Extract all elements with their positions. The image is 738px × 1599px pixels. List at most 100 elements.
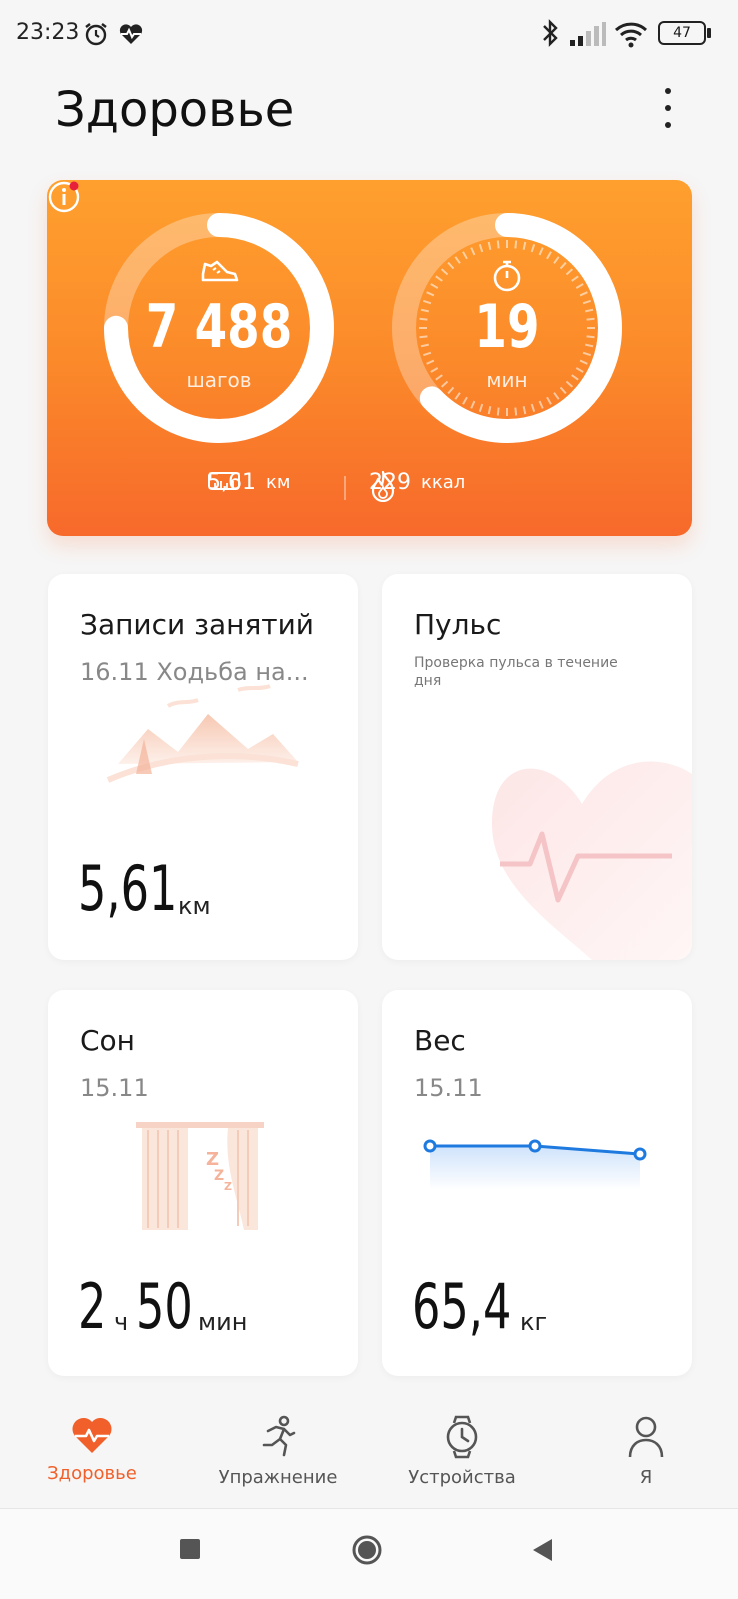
active-time-unit: мин: [486, 368, 528, 392]
weight-card[interactable]: Вес 15.11 65,4 кг: [382, 990, 692, 1376]
sleep-minutes-unit: мин: [198, 1308, 248, 1336]
ring-tick: [530, 243, 536, 253]
pulse-card[interactable]: Пульс Проверка пульса в течение дня: [382, 574, 692, 960]
ring-tick: [559, 261, 567, 270]
weight-title: Вес: [414, 1024, 466, 1057]
ring-tick: [462, 251, 468, 260]
home-circle-icon[interactable]: [351, 1534, 383, 1566]
square-icon[interactable]: [178, 1537, 202, 1561]
pulse-subtitle: Проверка пульса в течение дня: [414, 655, 618, 689]
ring-tick: [514, 240, 518, 249]
sleep-card[interactable]: Z Z Z Сон 15.11 2 ч 50 мин: [48, 990, 358, 1376]
ring-tick: [478, 403, 484, 413]
ring-tick: [585, 343, 594, 348]
nav-label-me: Я: [639, 1467, 653, 1488]
sleep-date: 15.11: [80, 1074, 149, 1102]
ring-tick: [496, 240, 500, 249]
running-icon: [262, 1415, 296, 1457]
ring-tick: [440, 268, 449, 276]
weight-value: 65,4: [412, 1270, 512, 1343]
ring-tick: [522, 241, 527, 250]
workouts-distance-unit: км: [178, 892, 211, 920]
weight-point: [423, 1139, 437, 1153]
signal-icon: [570, 22, 606, 46]
nav-label-health: Здоровье: [47, 1463, 137, 1484]
status-bar: 23:23 47: [0, 0, 738, 70]
svg-text:Z: Z: [214, 1168, 224, 1184]
weight-date: 15.11: [414, 1074, 483, 1102]
flame-icon: [371, 470, 395, 502]
ring-tick: [514, 407, 518, 416]
battery-icon: 47: [658, 21, 706, 45]
heart-icon: [72, 1417, 112, 1453]
ring-tick: [470, 247, 476, 256]
page-title: Здоровье: [55, 82, 295, 138]
nav-label-exercise: Упражнение: [218, 1467, 338, 1488]
ring-tick: [447, 261, 455, 270]
sneaker-icon: [201, 260, 239, 282]
weight-point: [633, 1147, 647, 1161]
heart-pulse-icon: [119, 24, 143, 44]
nav-item-devices[interactable]: Устройства: [392, 1395, 532, 1488]
ring-tick: [553, 256, 560, 264]
ring-tick: [522, 406, 527, 415]
bluetooth-icon: [543, 19, 558, 47]
sleep-hours-value: 2: [78, 1270, 107, 1343]
nav-label-devices: Устройства: [408, 1467, 516, 1488]
ring-tick: [420, 343, 429, 348]
more-options-button[interactable]: [648, 84, 688, 132]
ring-tick: [586, 335, 595, 339]
calories-stat: 229 ккал: [369, 470, 465, 502]
weight-point: [528, 1139, 542, 1153]
workouts-subtitle: 16.11 Ходьба на...: [80, 658, 309, 686]
steps-unit: шагов: [186, 368, 252, 392]
ring-tick: [538, 400, 544, 409]
ring-tick: [419, 317, 428, 321]
weight-unit: кг: [520, 1308, 548, 1336]
more-vertical-icon: [665, 88, 671, 94]
battery-level: 47: [673, 25, 691, 41]
activity-summary-card[interactable]: 7 488 шагов 19 мин 5,61 км 229 ккал: [47, 180, 692, 536]
svg-text:Z: Z: [224, 1180, 232, 1193]
ring-tick: [478, 243, 484, 253]
status-time: 23:23: [16, 20, 80, 45]
ring-tick: [586, 317, 595, 321]
info-icon[interactable]: [47, 180, 81, 214]
ring-tick: [462, 396, 468, 405]
ring-tick: [575, 283, 584, 289]
person-icon: [628, 1416, 664, 1458]
ring-tick: [487, 406, 492, 415]
pulse-title: Пульс: [414, 608, 502, 641]
ring-tick: [487, 241, 492, 250]
watch-icon: [446, 1415, 478, 1459]
nav-item-health[interactable]: Здоровье: [22, 1395, 162, 1484]
workouts-card[interactable]: Записи занятий 16.11 Ходьба на... 5,61 к…: [48, 574, 358, 960]
nav-item-me[interactable]: Я: [576, 1395, 716, 1488]
system-navigation-bar: [0, 1509, 738, 1599]
ring-tick: [565, 268, 574, 276]
nav-item-exercise[interactable]: Упражнение: [208, 1395, 348, 1488]
sleep-title: Сон: [80, 1024, 135, 1057]
ring-tick: [454, 392, 461, 400]
ruler-icon: [208, 472, 240, 490]
sleep-hours-unit: ч: [114, 1308, 129, 1336]
ring-tick: [546, 251, 552, 260]
ring-tick: [435, 275, 443, 282]
ring-tick: [530, 403, 536, 413]
svg-text:Z: Z: [206, 1149, 219, 1170]
ring-tick: [571, 275, 579, 282]
workouts-title: Записи занятий: [80, 608, 315, 641]
back-triangle-icon[interactable]: [530, 1537, 554, 1563]
ring-tick: [420, 308, 429, 313]
active-time-value: 19: [474, 292, 540, 362]
ring-tick: [585, 308, 594, 313]
ring-tick: [546, 396, 552, 405]
stopwatch-icon: [493, 260, 521, 292]
ring-tick: [419, 335, 428, 339]
ring-tick: [454, 256, 461, 264]
alarm-icon: [85, 23, 107, 46]
ring-tick: [496, 407, 500, 416]
wifi-icon: [614, 22, 648, 48]
ring-tick: [553, 392, 560, 400]
ring-tick: [538, 247, 544, 256]
